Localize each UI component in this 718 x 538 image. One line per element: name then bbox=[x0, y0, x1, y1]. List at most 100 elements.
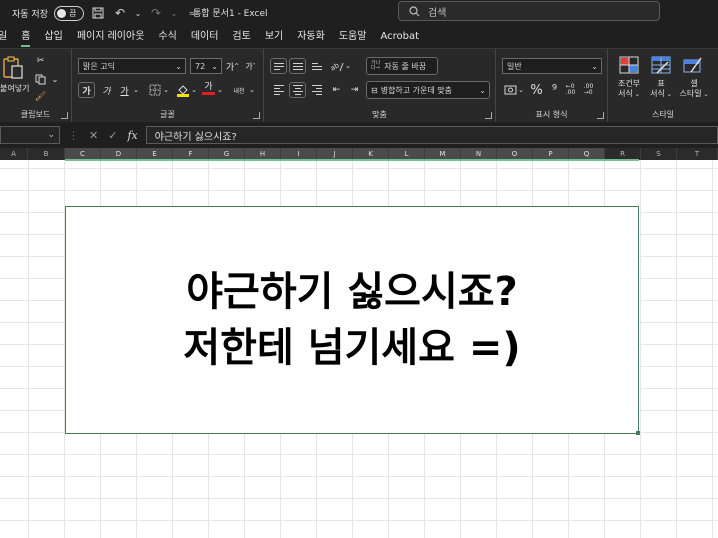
styles-group: 조건부 서식 ⌄ 표 서식 ⌄ 셀 스타일 ⌄ 스타일 bbox=[608, 49, 718, 123]
align-right-icon[interactable] bbox=[308, 82, 325, 98]
cell-styles-label-2[interactable]: 스타일 bbox=[679, 89, 701, 98]
increase-indent-icon[interactable]: ⇥ bbox=[346, 82, 363, 98]
paste-label[interactable]: 붙여넣기 bbox=[0, 83, 29, 94]
align-center-icon[interactable] bbox=[289, 82, 306, 98]
font-launcher-icon[interactable] bbox=[253, 112, 260, 119]
increase-decimal-icon[interactable]: ←0.00 bbox=[562, 82, 579, 98]
cell-styles-label-1[interactable]: 셀 bbox=[690, 79, 697, 88]
merge-center-label: 병합하고 가운데 맞춤 bbox=[380, 85, 453, 95]
format-as-table-icon[interactable] bbox=[650, 55, 672, 75]
wrap-text-icon: 가나 다→ bbox=[371, 60, 381, 71]
number-format-value: 일반 bbox=[507, 61, 522, 71]
fill-color-dropdown-icon[interactable]: ⌄ bbox=[190, 82, 198, 98]
font-size-select[interactable]: 72 ⌄ bbox=[190, 58, 222, 74]
accounting-dropdown-icon[interactable]: ⌄ bbox=[517, 82, 525, 98]
format-as-table-label-2[interactable]: 서식 bbox=[650, 89, 665, 98]
column-header-s[interactable]: S bbox=[641, 148, 677, 160]
column-header-a[interactable]: A bbox=[0, 148, 28, 160]
conditional-formatting-label-1[interactable]: 조건부 bbox=[618, 79, 640, 88]
font-name-select[interactable]: 맑은 고딕 ⌄ bbox=[78, 58, 186, 74]
redo-icon[interactable]: ↷ bbox=[148, 5, 164, 21]
align-middle-icon[interactable] bbox=[289, 58, 306, 74]
column-header-b[interactable]: B bbox=[28, 148, 65, 160]
tab-help[interactable]: 도움말 bbox=[332, 26, 374, 48]
tab-automate[interactable]: 자동화 bbox=[290, 26, 332, 48]
cancel-icon[interactable]: ✕ bbox=[89, 129, 98, 142]
quick-access-toolbar: 자동 저장 끔 ↶ ⌄ ↷ ⌄ ≂ bbox=[0, 5, 200, 21]
search-icon bbox=[409, 5, 420, 16]
tab-review[interactable]: 검토 bbox=[225, 26, 257, 48]
tab-view[interactable]: 보기 bbox=[258, 26, 290, 48]
alignment-launcher-icon[interactable] bbox=[485, 112, 492, 119]
chevron-down-icon: ⌄ bbox=[175, 61, 182, 71]
number-format-select[interactable]: 일반 ⌄ bbox=[502, 58, 602, 74]
chevron-down-icon: ⌄ bbox=[701, 91, 709, 98]
comma-style-icon[interactable]: ⁹ bbox=[546, 82, 563, 98]
tab-data[interactable]: 데이터 bbox=[184, 26, 226, 48]
redo-dropdown-icon[interactable]: ⌄ bbox=[170, 5, 178, 21]
underline-dropdown-icon[interactable]: ⌄ bbox=[132, 82, 140, 98]
borders-icon[interactable] bbox=[146, 82, 163, 98]
name-box[interactable]: ⌄ bbox=[0, 126, 60, 144]
tab-insert[interactable]: 삽입 bbox=[37, 26, 69, 48]
decrease-indent-icon[interactable]: ⇤ bbox=[328, 82, 345, 98]
align-bottom-icon[interactable] bbox=[308, 58, 325, 74]
conditional-formatting-icon[interactable] bbox=[618, 55, 640, 75]
clipboard-launcher-icon[interactable] bbox=[61, 112, 68, 119]
percent-style-icon[interactable]: % bbox=[528, 82, 545, 98]
align-left-icon[interactable] bbox=[270, 82, 287, 98]
bold-button[interactable]: 가 bbox=[78, 82, 95, 98]
phonetic-guide-button[interactable]: 내천 bbox=[228, 82, 250, 98]
format-painter-icon[interactable]: 🖌 bbox=[32, 89, 49, 105]
tab-page-layout[interactable]: 페이지 레이아웃 bbox=[70, 26, 152, 48]
insert-function-icon[interactable]: fx bbox=[127, 129, 137, 142]
cell-styles-icon[interactable] bbox=[682, 55, 704, 75]
cut-icon[interactable]: ✂ bbox=[32, 53, 49, 69]
format-as-table-label-1[interactable]: 표 bbox=[657, 79, 664, 88]
column-header-t[interactable]: T bbox=[677, 148, 718, 160]
underline-button[interactable]: 가 bbox=[116, 82, 133, 98]
save-icon[interactable] bbox=[90, 5, 106, 21]
toggle-state: 끔 bbox=[68, 8, 77, 18]
resize-handle[interactable] bbox=[636, 431, 640, 435]
paste-icon[interactable] bbox=[0, 55, 26, 81]
copy-icon[interactable] bbox=[32, 71, 49, 87]
more-icon: ⋮ bbox=[68, 128, 79, 142]
merge-center-button[interactable]: ⊟ 병합하고 가운데 맞춤 ⌄ bbox=[366, 81, 490, 99]
tab-home[interactable]: 홈 bbox=[14, 26, 37, 48]
text-box-shape[interactable]: 야근하기 싫으시죠? 저한테 넘기세요 =) bbox=[65, 206, 640, 435]
copy-dropdown-icon[interactable]: ⌄ bbox=[50, 71, 60, 87]
text-box-line-1: 야근하기 싫으시죠? bbox=[186, 269, 518, 315]
tab-formulas[interactable]: 수식 bbox=[151, 26, 183, 48]
phonetic-dropdown-icon[interactable]: ⌄ bbox=[248, 82, 256, 98]
align-top-icon[interactable] bbox=[270, 58, 287, 74]
ribbon-tabs: 일 홈 삽입 페이지 레이아웃 수식 데이터 검토 보기 자동화 도움말 Acr… bbox=[0, 26, 718, 48]
tab-file[interactable]: 일 bbox=[0, 26, 14, 48]
borders-dropdown-icon[interactable]: ⌄ bbox=[162, 82, 170, 98]
wrap-text-button[interactable]: 가나 다→ 자동 줄 바꿈 bbox=[366, 57, 438, 75]
fill-color-icon[interactable] bbox=[174, 82, 191, 98]
chevron-down-icon: ⌄ bbox=[632, 91, 640, 98]
undo-icon[interactable]: ↶ bbox=[112, 5, 128, 21]
formula-input[interactable]: 야근하기 싫으시죠? bbox=[145, 126, 718, 144]
undo-dropdown-icon[interactable]: ⌄ bbox=[134, 5, 142, 21]
increase-font-size-icon[interactable]: 가 ^ bbox=[224, 58, 241, 74]
conditional-formatting-label-2[interactable]: 서식 bbox=[618, 89, 633, 98]
search-box[interactable]: 검색 bbox=[398, 1, 660, 21]
font-group: 맑은 고딕 ⌄ 72 ⌄ 가 ^ 가 ˅ 가 가 가 ⌄ ⌄ ⌄ 가 ⌄ 내천 ⌄ … bbox=[72, 49, 264, 123]
italic-button[interactable]: 가 bbox=[98, 82, 115, 98]
enter-icon[interactable]: ✓ bbox=[108, 129, 117, 142]
chevron-down-icon: ⌄ bbox=[664, 91, 672, 98]
autosave-toggle[interactable]: 끔 bbox=[53, 5, 84, 21]
decrease-font-size-icon[interactable]: 가 ˅ bbox=[242, 58, 259, 74]
orientation-dropdown-icon[interactable]: ⌄ bbox=[344, 58, 352, 74]
title-bar: 자동 저장 끔 ↶ ⌄ ↷ ⌄ ≂ 통합 문서1 - Excel 검색 bbox=[0, 0, 718, 26]
decrease-decimal-icon[interactable]: .00 →0 bbox=[580, 82, 597, 98]
tab-acrobat[interactable]: Acrobat bbox=[373, 26, 426, 48]
number-launcher-icon[interactable] bbox=[597, 112, 604, 119]
font-color-dropdown-icon[interactable]: ⌄ bbox=[216, 82, 224, 98]
text-orientation-icon[interactable]: ab bbox=[328, 58, 345, 74]
alignment-group-label: 맞춤 bbox=[372, 110, 387, 119]
font-color-button[interactable]: 가 bbox=[200, 80, 217, 96]
alignment-group: ab ⌄ 가나 다→ 자동 줄 바꿈 ⇤ ⇥ ⊟ 병합하고 가운데 맞춤 ⌄ 맞춤 bbox=[264, 49, 496, 123]
